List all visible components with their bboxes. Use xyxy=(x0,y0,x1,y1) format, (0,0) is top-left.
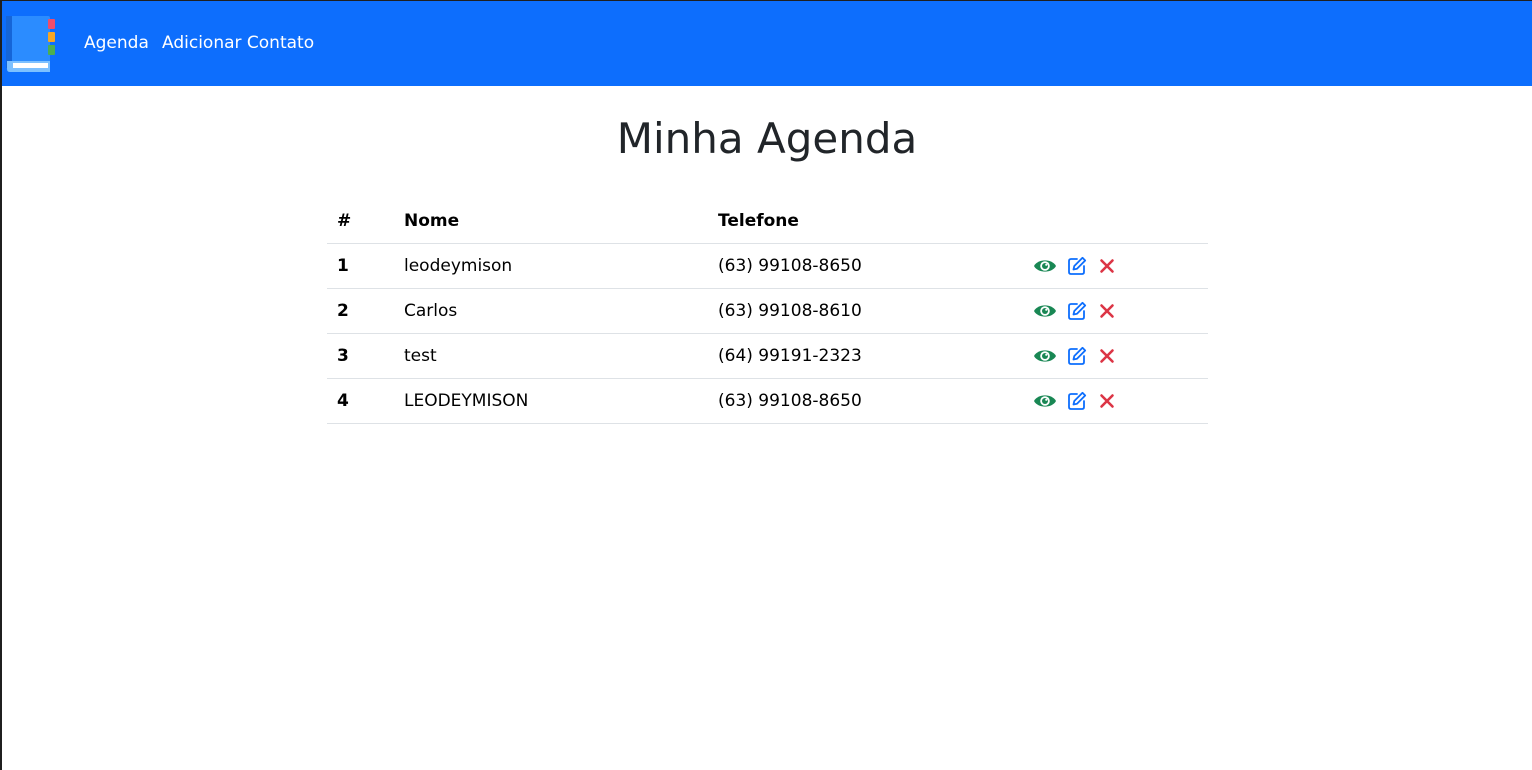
table-row: 4 LEODEYMISON (63) 99108-8650 xyxy=(327,378,1208,424)
app-window: Agenda Adicionar Contato Minha Agenda # … xyxy=(0,0,1532,770)
edit-icon xyxy=(1068,391,1087,410)
cell-number: 1 xyxy=(327,243,394,289)
delete-contact-button[interactable] xyxy=(1098,257,1116,275)
eye-icon xyxy=(1034,305,1056,317)
view-contact-button[interactable] xyxy=(1033,392,1057,410)
navbar: Agenda Adicionar Contato xyxy=(2,1,1532,86)
eye-icon xyxy=(1034,260,1056,272)
cell-actions xyxy=(1018,243,1208,289)
address-book-icon[interactable] xyxy=(4,16,58,74)
nav-link-add-contact[interactable]: Adicionar Contato xyxy=(162,32,314,54)
cell-actions xyxy=(1018,333,1208,379)
delete-contact-button[interactable] xyxy=(1098,302,1116,320)
contacts-table: # Nome Telefone 1 leodeymison (63) 99108… xyxy=(327,199,1208,424)
cell-number: 2 xyxy=(327,288,394,334)
cell-name: leodeymison xyxy=(394,243,708,289)
table-row: 1 leodeymison (63) 99108-8650 xyxy=(327,243,1208,289)
table-row: 3 test (64) 99191-2323 xyxy=(327,333,1208,379)
cell-phone: (64) 99191-2323 xyxy=(708,333,1018,379)
edit-icon xyxy=(1068,256,1087,275)
table-header-row: # Nome Telefone xyxy=(327,199,1208,244)
delete-contact-button[interactable] xyxy=(1098,347,1116,365)
cell-phone: (63) 99108-8650 xyxy=(708,243,1018,289)
edit-icon xyxy=(1068,301,1087,320)
cell-phone: (63) 99108-8610 xyxy=(708,288,1018,334)
edit-contact-button[interactable] xyxy=(1067,256,1087,276)
cell-actions xyxy=(1018,288,1208,334)
page-title: Minha Agenda xyxy=(616,114,918,163)
cell-actions xyxy=(1018,378,1208,424)
view-contact-button[interactable] xyxy=(1033,257,1057,275)
delete-contact-button[interactable] xyxy=(1098,392,1116,410)
close-icon xyxy=(1100,304,1114,318)
header-phone: Telefone xyxy=(708,199,1018,244)
close-icon xyxy=(1100,259,1114,273)
edit-contact-button[interactable] xyxy=(1067,391,1087,411)
cell-phone: (63) 99108-8650 xyxy=(708,378,1018,424)
cell-number: 4 xyxy=(327,378,394,424)
table-row: 2 Carlos (63) 99108-8610 xyxy=(327,288,1208,334)
nav-link-agenda[interactable]: Agenda xyxy=(84,32,149,54)
edit-contact-button[interactable] xyxy=(1067,346,1087,366)
edit-contact-button[interactable] xyxy=(1067,301,1087,321)
view-contact-button[interactable] xyxy=(1033,302,1057,320)
close-icon xyxy=(1100,349,1114,363)
cell-name: LEODEYMISON xyxy=(394,378,708,424)
header-number: # xyxy=(327,199,394,244)
eye-icon xyxy=(1034,350,1056,362)
cell-name: test xyxy=(394,333,708,379)
header-actions xyxy=(1018,199,1208,244)
close-icon xyxy=(1100,394,1114,408)
cell-number: 3 xyxy=(327,333,394,379)
header-name: Nome xyxy=(394,199,708,244)
edit-icon xyxy=(1068,346,1087,365)
view-contact-button[interactable] xyxy=(1033,347,1057,365)
cell-name: Carlos xyxy=(394,288,708,334)
eye-icon xyxy=(1034,395,1056,407)
